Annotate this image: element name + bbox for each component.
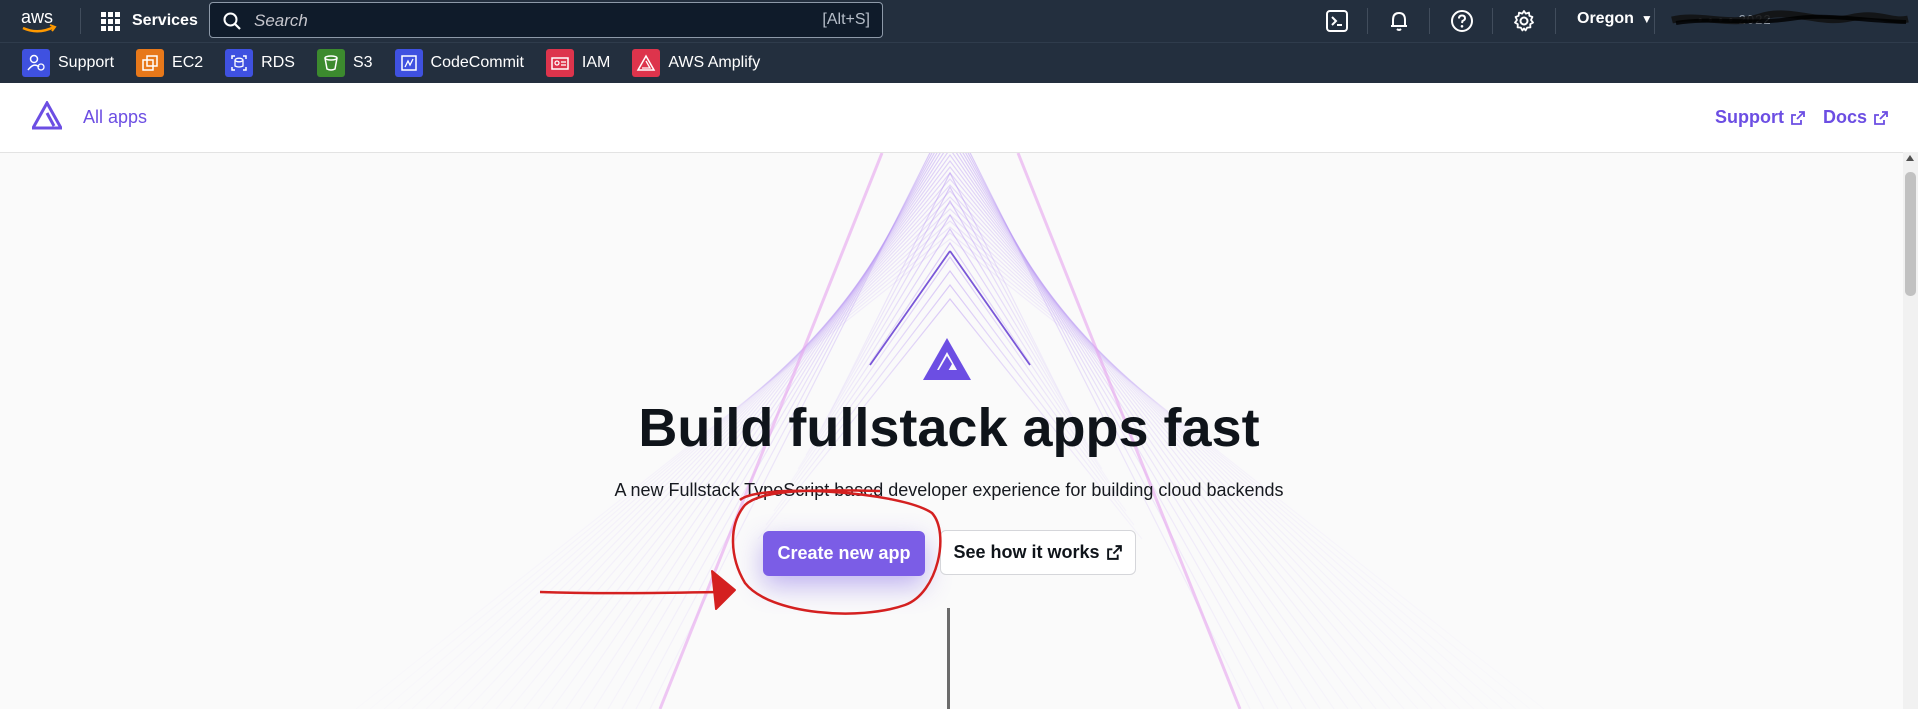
nav-divider [1555,8,1556,34]
help-icon[interactable] [1450,9,1474,33]
support-icon [22,49,50,77]
hero-decor-line [773,269,1127,512]
page-scrollbar[interactable] [1903,152,1918,709]
scroll-up-arrow-icon[interactable] [1906,155,1914,161]
favorite-s3[interactable]: S3 [316,49,373,77]
see-how-it-works-label: See how it works [953,542,1100,562]
search-icon [223,12,241,30]
hero-title: Build fullstack apps fast [638,398,1260,458]
window-edge [1918,0,1932,709]
favorite-rds[interactable]: RDS [225,49,295,77]
search-box[interactable]: [Alt+S] [209,2,883,38]
nav-divider [1654,8,1655,34]
aws-top-nav: aws Services [Alt+S] [0,0,1918,42]
docs-link[interactable]: Docs [1823,107,1889,128]
region-selector[interactable]: Oregon ▼ [1577,10,1653,28]
see-how-it-works-button[interactable]: See how it works [940,530,1136,575]
favorite-label: AWS Amplify [668,54,761,71]
all-apps-link[interactable]: All apps [83,107,147,128]
s3-icon [316,49,345,77]
scrollbar-thumb[interactable] [1905,172,1916,296]
gear-icon[interactable] [1512,9,1536,33]
favorite-iam[interactable]: IAM [545,49,611,77]
favorite-label: Support [58,54,115,71]
nav-divider [1492,8,1493,34]
hero-section: Build fullstack apps fast A new Fullstac… [0,153,1903,709]
account-menu[interactable]: • • • • 2022 [1670,9,1910,31]
svg-text:aws: aws [21,7,53,27]
search-shortcut-hint: [Alt+S] [822,11,870,28]
create-new-app-button[interactable]: Create new app [763,531,925,576]
amplify-header: All apps Support Docs [0,83,1918,153]
favorite-ec2[interactable]: EC2 [136,49,203,77]
favorite-label: RDS [261,54,295,71]
cloudshell-icon[interactable] [1325,9,1349,33]
hero-subtitle: A new Fullstack TypeScript based develop… [614,480,1284,500]
favorite-support[interactable]: Support [22,49,114,77]
external-link-icon [1791,110,1805,125]
external-link-icon [1106,545,1122,560]
nav-divider [80,8,81,34]
services-menu-button[interactable]: Services [101,8,198,34]
favorites-bar: Support EC2 RDS S3 CodeCommit IAM AWS Am… [0,42,1918,83]
aws-logo[interactable]: aws [20,6,60,36]
codecommit-icon [394,49,423,77]
amplify-icon [632,49,661,77]
redaction-scribble [1671,10,1909,25]
support-link[interactable]: Support [1715,107,1806,128]
amplify-logo-icon[interactable] [32,101,62,131]
docs-link-label: Docs [1823,107,1868,127]
region-label: Oregon [1577,10,1634,27]
rds-icon [225,49,254,77]
favorite-label: EC2 [172,54,204,71]
iam-icon [545,49,574,77]
grid-icon [101,11,120,31]
favorite-label: IAM [581,54,611,71]
support-link-label: Support [1715,107,1784,127]
amplify-hero-logo-icon [923,338,971,380]
favorite-codecommit[interactable]: CodeCommit [394,49,524,77]
caret-down-icon: ▼ [1640,12,1653,26]
services-label: Services [132,12,198,29]
favorite-label: S3 [352,54,373,71]
nav-divider [1429,8,1430,34]
bell-icon[interactable] [1387,9,1411,33]
favorite-aws-amplify[interactable]: AWS Amplify [632,49,760,77]
nav-divider [1367,8,1368,34]
ec2-icon [136,49,165,77]
external-link-icon [1874,110,1888,125]
search-input[interactable] [252,7,776,35]
favorite-label: CodeCommit [430,54,524,71]
